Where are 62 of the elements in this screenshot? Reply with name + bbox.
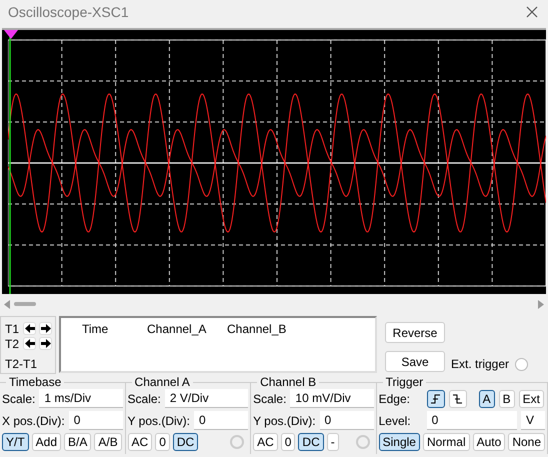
source-button[interactable]: Ext	[518, 390, 544, 408]
field-label: Y pos.(Div):	[253, 414, 316, 428]
left-arrow-button[interactable]	[23, 322, 36, 335]
rising-edge-icon	[430, 394, 441, 404]
trigger-mode-button[interactable]: None	[508, 433, 545, 451]
falling-edge-icon	[452, 394, 463, 404]
coupling-button[interactable]: -	[326, 433, 339, 451]
field-label: Scale:	[253, 392, 286, 406]
ext-trigger-radio[interactable]	[515, 358, 528, 370]
group-title: Timebase	[8, 375, 62, 389]
field-label: Level:	[378, 414, 412, 428]
window-title: Oscilloscope-XSC1	[8, 4, 130, 20]
close-icon[interactable]	[526, 6, 538, 18]
trigger-mode-button[interactable]: Single	[378, 433, 420, 451]
scrollbar-thumb[interactable]	[14, 302, 36, 306]
input-field[interactable]: 0	[68, 411, 123, 430]
save-button[interactable]: Save	[385, 351, 445, 372]
field-label: X pos.(Div):	[2, 414, 65, 428]
trigger-mode-button[interactable]: Auto	[472, 433, 506, 451]
source-button[interactable]: B	[498, 390, 515, 408]
coupling-button[interactable]: DC	[298, 433, 324, 451]
field-label: Y pos.(Div):	[128, 414, 190, 428]
source-button[interactable]: A	[478, 390, 495, 408]
input-field[interactable]: 0	[320, 411, 374, 430]
cursor-marker-icon[interactable]	[4, 30, 18, 40]
cursor-label: T1	[5, 322, 20, 336]
cursor-label: T2-T1	[5, 356, 38, 370]
column-header: Channel_B	[227, 322, 286, 336]
group-title: Channel B	[259, 375, 318, 389]
mode-button[interactable]: A/B	[94, 433, 122, 451]
unit-field[interactable]: V	[521, 411, 545, 430]
input-field[interactable]: 1 ms/Div	[39, 389, 123, 408]
left-arrow-button[interactable]	[23, 337, 36, 350]
reverse-button[interactable]: Reverse	[385, 322, 445, 343]
field-label: Scale:	[128, 392, 161, 406]
input-field[interactable]: 0	[194, 411, 248, 430]
field-label: Edge:	[378, 392, 411, 406]
field-label: Scale:	[2, 392, 36, 406]
mode-button[interactable]: Y/T	[2, 433, 29, 451]
group-title: Channel A	[134, 375, 191, 389]
trigger-mode-button[interactable]: Normal	[422, 433, 470, 451]
coupling-button[interactable]: AC	[128, 433, 152, 451]
coupling-button[interactable]: AC	[253, 433, 278, 451]
rising-edge-button[interactable]	[426, 390, 445, 408]
coupling-button[interactable]: 0	[280, 433, 296, 451]
input-field[interactable]: 2 V/Div	[164, 389, 248, 408]
ext-trigger-label: Ext. trigger	[451, 357, 510, 371]
terminal-icon	[230, 435, 244, 449]
group-title: Trigger	[384, 375, 424, 389]
falling-edge-button[interactable]	[448, 390, 467, 408]
mode-button[interactable]: Add	[32, 433, 62, 451]
terminal-icon	[356, 435, 370, 449]
input-field[interactable]: 0	[426, 411, 517, 430]
right-arrow-button[interactable]	[39, 322, 52, 335]
right-arrow-button[interactable]	[39, 337, 52, 350]
column-header: Time	[82, 322, 110, 336]
mode-button[interactable]: B/A	[64, 433, 92, 451]
column-header: Channel_A	[147, 322, 208, 336]
cursor-label: T2	[5, 336, 20, 350]
coupling-button[interactable]: 0	[155, 433, 170, 451]
input-field[interactable]: 10 mV/Div	[290, 389, 374, 408]
coupling-button[interactable]: DC	[172, 433, 198, 451]
